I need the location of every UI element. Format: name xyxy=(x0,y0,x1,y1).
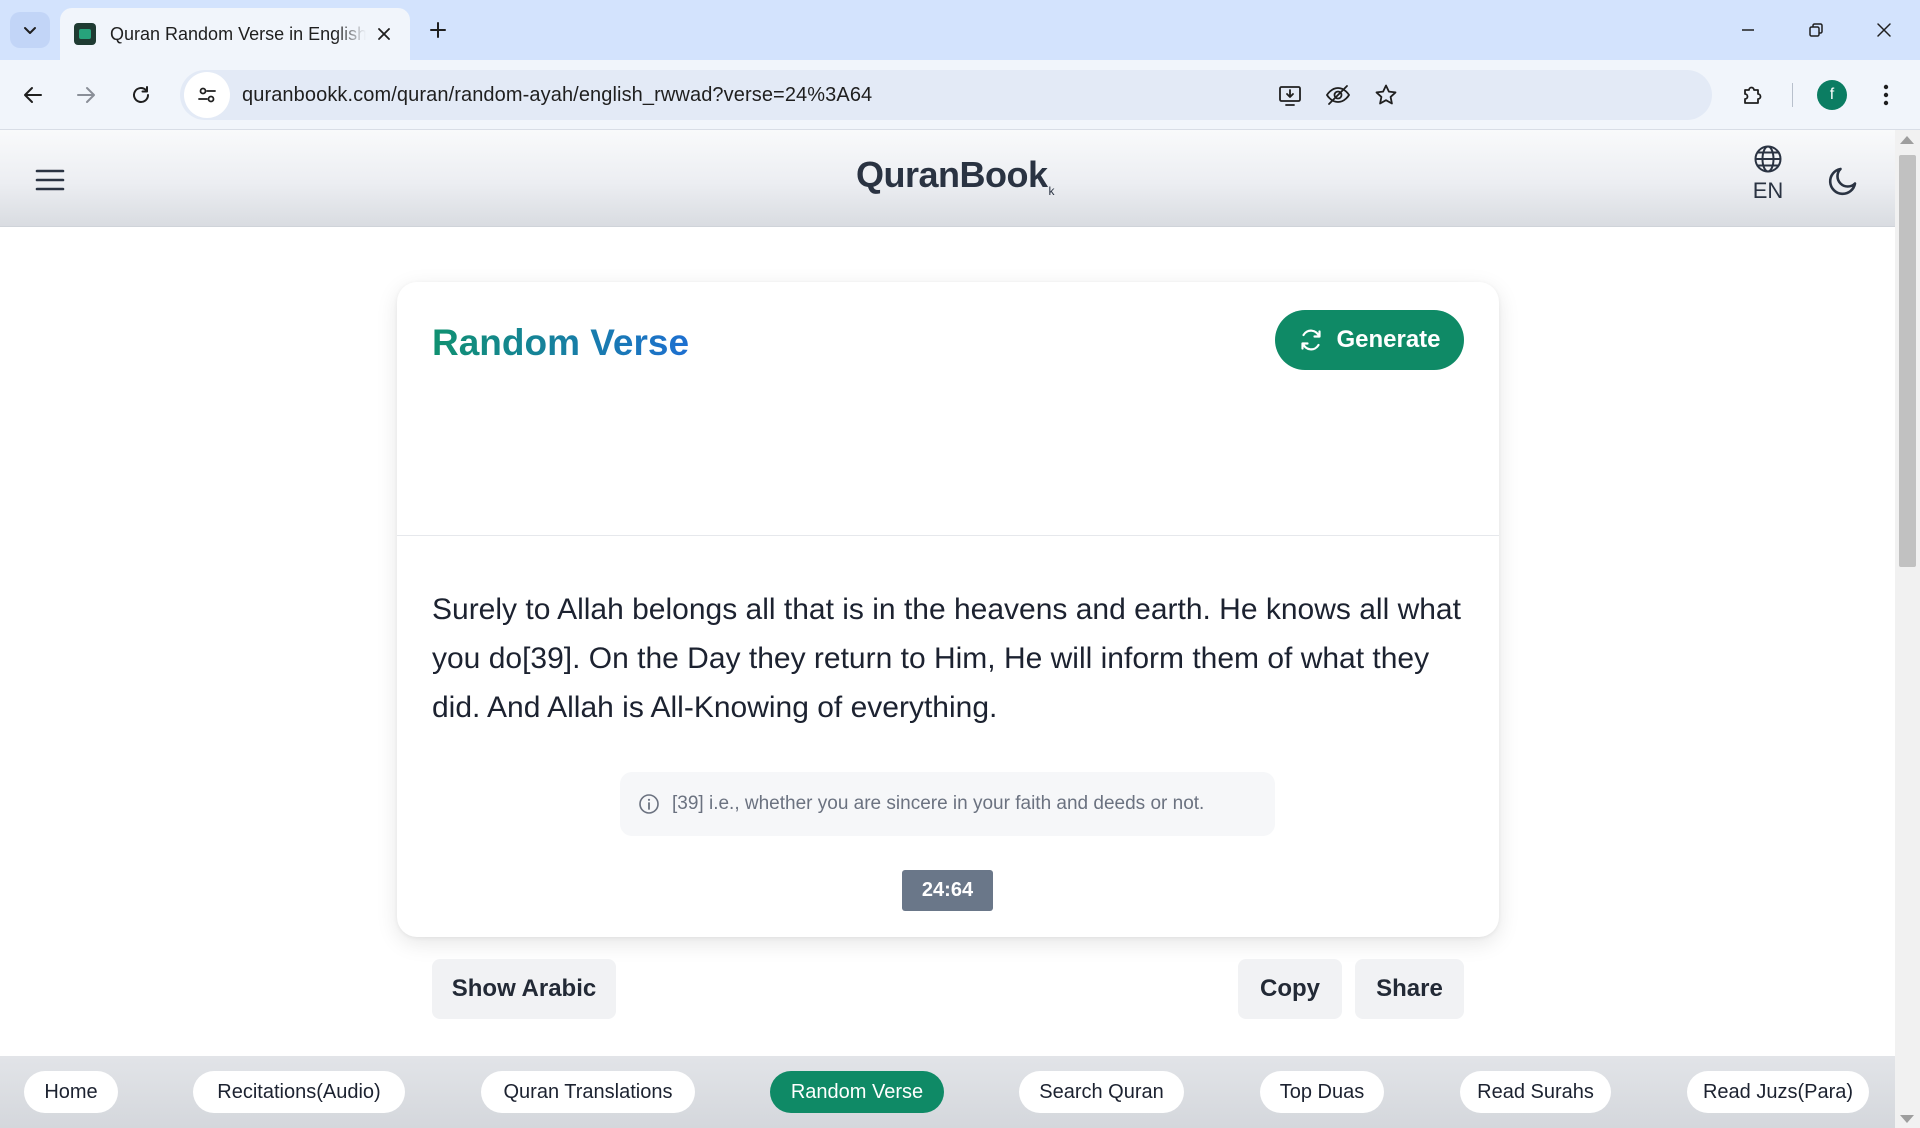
verse-reference-badge: 24:64 xyxy=(902,870,993,911)
install-icon xyxy=(1279,86,1301,106)
nav-item-read-juzs[interactable]: Read Juzs(Para) xyxy=(1687,1071,1869,1113)
generate-button[interactable]: Generate xyxy=(1275,310,1464,370)
toolbar-separator xyxy=(1792,83,1793,107)
random-verse-card: Random Verse Generate Surely to Allah be… xyxy=(397,282,1499,1019)
footnote-text: [39] i.e., whether you are sincere in yo… xyxy=(672,793,1205,814)
minimize-icon xyxy=(1742,29,1754,31)
scroll-up-arrow-icon[interactable] xyxy=(1900,136,1914,144)
language-button[interactable]: EN xyxy=(1750,144,1786,214)
nav-item-read-surahs[interactable]: Read Surahs xyxy=(1460,1071,1611,1113)
bottom-nav: Home Recitations(Audio) Quran Translatio… xyxy=(0,1056,1895,1128)
menu-button[interactable] xyxy=(30,160,70,200)
footnote-box: [39] i.e., whether you are sincere in yo… xyxy=(620,772,1275,836)
arrow-right-icon xyxy=(77,87,95,103)
nav-item-recitations[interactable]: Recitations(Audio) xyxy=(193,1071,405,1113)
tab-search-button[interactable] xyxy=(10,12,50,48)
star-icon xyxy=(1375,84,1397,105)
site-logo[interactable]: QuranBookk xyxy=(856,154,1054,198)
more-vertical-icon xyxy=(1883,84,1889,106)
tune-icon xyxy=(198,87,216,103)
share-button[interactable]: Share xyxy=(1355,959,1464,1019)
browser-toolbar: quranbookk.com/quran/random-ayah/english… xyxy=(0,60,1920,130)
quranbook-favicon-icon xyxy=(74,23,96,45)
reload-button[interactable] xyxy=(121,75,161,115)
globe-icon xyxy=(1754,145,1782,173)
verse-text: Surely to Allah belongs all that is in t… xyxy=(432,593,1461,724)
install-app-button[interactable] xyxy=(1272,77,1308,113)
theme-toggle-button[interactable] xyxy=(1822,158,1866,202)
page-viewport: QuranBookk EN Random Verse Generate Sure… xyxy=(0,130,1895,1128)
arrow-left-icon xyxy=(24,87,42,103)
puzzle-icon xyxy=(1744,86,1762,104)
show-arabic-button[interactable]: Show Arabic xyxy=(432,959,616,1019)
reload-icon xyxy=(133,86,149,103)
copy-button[interactable]: Copy xyxy=(1238,959,1342,1019)
nav-item-top-duas[interactable]: Top Duas xyxy=(1260,1071,1384,1113)
info-icon xyxy=(639,794,659,814)
logo-text: QuranBook xyxy=(856,154,1048,195)
card-divider xyxy=(397,535,1499,536)
language-label: EN xyxy=(1752,178,1784,203)
nav-item-search-quran[interactable]: Search Quran xyxy=(1019,1071,1184,1113)
scrollbar-thumb[interactable] xyxy=(1899,155,1916,567)
chevron-down-icon xyxy=(24,27,36,34)
tracking-protection-button[interactable] xyxy=(1320,77,1356,113)
nav-item-random-verse[interactable]: Random Verse xyxy=(770,1071,944,1113)
browser-menu-button[interactable] xyxy=(1866,75,1906,115)
site-header: QuranBookk EN xyxy=(0,130,1895,227)
nav-item-home[interactable]: Home xyxy=(24,1071,118,1113)
card-title: Random Verse xyxy=(432,322,690,363)
hamburger-icon xyxy=(35,169,65,191)
close-icon xyxy=(1877,23,1891,37)
bookmark-button[interactable] xyxy=(1368,77,1404,113)
new-tab-button[interactable] xyxy=(420,12,456,48)
moon-icon xyxy=(1828,167,1857,196)
tab-title: Quran Random Verse in English xyxy=(110,23,366,44)
tab-close-button[interactable] xyxy=(372,22,396,46)
site-info-button[interactable] xyxy=(184,72,230,118)
minimize-button[interactable] xyxy=(1714,6,1782,54)
url-text[interactable]: quranbookk.com/quran/random-ayah/english… xyxy=(242,84,872,107)
generate-label: Generate xyxy=(1336,326,1441,353)
nav-item-quran-translations[interactable]: Quran Translations xyxy=(481,1071,695,1113)
scroll-down-arrow-icon[interactable] xyxy=(1900,1115,1914,1123)
profile-avatar[interactable]: f xyxy=(1817,80,1847,110)
eye-off-icon xyxy=(1325,85,1351,105)
address-bar[interactable]: quranbookk.com/quran/random-ayah/english… xyxy=(180,70,1712,120)
forward-button[interactable] xyxy=(66,75,106,115)
close-window-button[interactable] xyxy=(1850,6,1918,54)
refresh-icon xyxy=(1301,329,1322,351)
restore-button[interactable] xyxy=(1782,6,1850,54)
restore-icon xyxy=(1809,23,1823,37)
extensions-button[interactable] xyxy=(1733,75,1773,115)
back-button[interactable] xyxy=(13,75,53,115)
plus-icon xyxy=(430,22,446,38)
close-icon xyxy=(378,28,390,40)
logo-suffix: k xyxy=(1048,184,1055,199)
browser-tab-bar: Quran Random Verse in English xyxy=(0,0,1920,60)
browser-tab-active[interactable]: Quran Random Verse in English xyxy=(60,8,410,60)
